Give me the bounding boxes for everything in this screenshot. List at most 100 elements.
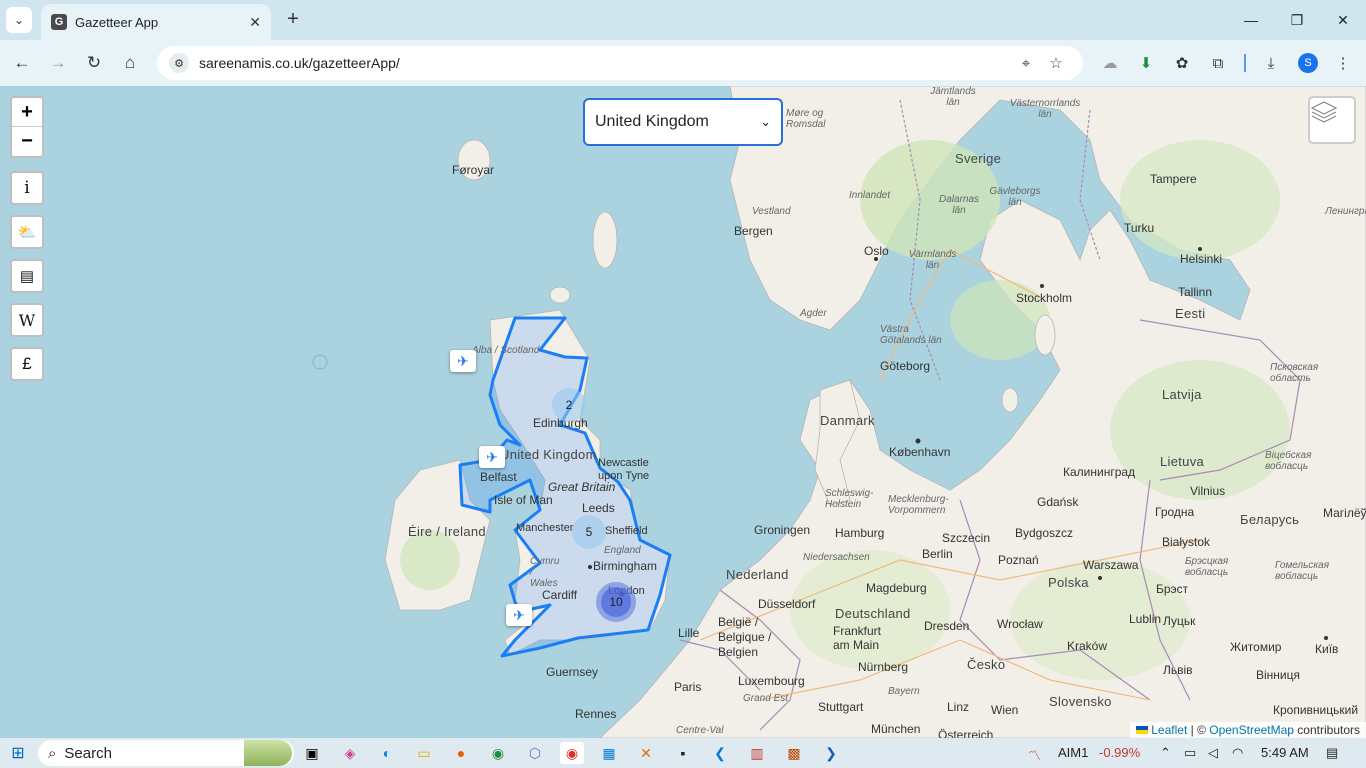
- map-attribution: Leaflet | © OpenStreetMap contributors: [1129, 722, 1366, 738]
- taskbar-search[interactable]: ⌕ Search: [38, 740, 294, 766]
- zoom-in-button[interactable]: +: [12, 98, 42, 127]
- marker-cluster-count: 2: [565, 398, 573, 412]
- wikipedia-button[interactable]: W: [10, 303, 44, 337]
- winrar-icon[interactable]: ▥: [745, 742, 769, 764]
- remote-desktop-icon[interactable]: ▦: [597, 742, 621, 764]
- map-label-deutschland: Deutschland: [835, 606, 911, 621]
- edge-browser-icon[interactable]: ◐: [375, 742, 399, 764]
- map-label-more: Møre og Romsdal: [786, 108, 826, 130]
- map-label-szczecin: Szczecin: [942, 531, 991, 545]
- copilot-icon[interactable]: ◈: [338, 742, 362, 764]
- country-select[interactable]: United Kingdom ⌄: [583, 98, 783, 146]
- map-label-brest: Брэст: [1156, 582, 1189, 596]
- file-explorer-icon[interactable]: ▭: [412, 742, 436, 764]
- window-close-icon[interactable]: ✕: [1320, 0, 1366, 40]
- extension-download-arrow-icon[interactable]: ⬇: [1135, 52, 1157, 74]
- leaflet-link[interactable]: Leaflet: [1151, 723, 1187, 737]
- downloads-icon[interactable]: ⤓: [1260, 52, 1282, 74]
- currency-button[interactable]: £: [10, 347, 44, 381]
- browser-menu-icon[interactable]: ⋮: [1332, 52, 1354, 74]
- marker-cluster-count: 10: [601, 587, 631, 617]
- address-bar[interactable]: ⚙ sareenamis.co.uk/gazetteerApp/ ⌖ ☆: [157, 46, 1083, 80]
- reload-icon[interactable]: ↻: [80, 50, 108, 76]
- map-label-turku: Turku: [1124, 221, 1155, 235]
- map-label-cardiff: Cardiff: [542, 588, 578, 602]
- battery-icon[interactable]: ▭: [1184, 745, 1196, 761]
- tab-search-chevron-icon[interactable]: ⌄: [6, 7, 32, 33]
- browser-toolbar: ← → ↻ ⌂ ⚙ sareenamis.co.uk/gazetteerApp/…: [0, 40, 1366, 86]
- map-label-wien: Wien: [991, 703, 1019, 717]
- windows-taskbar: ⊞ ⌕ Search ▣ ◈ ◐ ▭ ● ◉ ⬡ ◉ ▦ ✕ ▪ ❮ ▥ ▩ ❯…: [0, 738, 1366, 768]
- layers-control[interactable]: [1308, 96, 1356, 144]
- map-label-warszawa: Warszawa: [1083, 558, 1139, 572]
- map-label-kropyvnytskyi: Кропивницький: [1273, 703, 1359, 717]
- marker-cluster[interactable]: 10: [596, 582, 636, 622]
- browser-tab[interactable]: G Gazetteer App ✕: [41, 4, 271, 40]
- map-label-rennes: Rennes: [575, 707, 617, 721]
- news-button[interactable]: ▤: [10, 259, 44, 293]
- map-label-kaliningrad: Калининград: [1063, 465, 1136, 479]
- wifi-icon[interactable]: ◠: [1232, 745, 1243, 761]
- map-label-hamburg: Hamburg: [835, 526, 885, 540]
- marker-cluster[interactable]: 5: [572, 515, 606, 549]
- minimize-icon[interactable]: —: [1228, 0, 1274, 40]
- app-icon[interactable]: ⬡: [523, 742, 547, 764]
- home-icon[interactable]: ⌂: [116, 50, 144, 76]
- restore-icon[interactable]: ❐: [1274, 0, 1320, 40]
- back-arrow-icon[interactable]: ←: [8, 50, 36, 76]
- terminal-icon[interactable]: ▪: [671, 742, 695, 764]
- map-label-faroe: Føroyar: [452, 163, 494, 177]
- ukraine-flag-icon: [1135, 726, 1148, 734]
- stock-change[interactable]: -0.99%: [1099, 745, 1140, 760]
- airport-marker-icon[interactable]: ✈: [479, 446, 505, 468]
- marker-cluster[interactable]: 2: [552, 388, 586, 422]
- xampp-icon[interactable]: ✕: [634, 742, 658, 764]
- stock-name[interactable]: AIM1: [1058, 745, 1088, 760]
- firefox-icon[interactable]: ●: [449, 742, 473, 764]
- chrome-active-icon[interactable]: ◉: [560, 742, 584, 764]
- new-tab-plus-icon[interactable]: +: [282, 8, 304, 30]
- bookmark-star-icon[interactable]: ☆: [1041, 54, 1071, 72]
- weather-button[interactable]: ⛅: [10, 215, 44, 249]
- zoom-out-button[interactable]: −: [12, 127, 42, 156]
- site-info-icon[interactable]: ⚙: [169, 53, 189, 73]
- profile-avatar[interactable]: S: [1298, 53, 1318, 73]
- map-label-slovensko: Slovensko: [1049, 694, 1112, 709]
- clock-time[interactable]: 5:49 AM: [1261, 745, 1309, 760]
- address-url[interactable]: sareenamis.co.uk/gazetteerApp/: [199, 55, 1011, 71]
- vscode-icon[interactable]: ❮: [708, 742, 732, 764]
- windows-start-icon[interactable]: ⊞: [6, 742, 30, 764]
- map-container[interactable]: Føroyar Alba / Scotland Edinburgh United…: [0, 86, 1366, 738]
- location-pin-icon[interactable]: ⌖: [1011, 55, 1041, 72]
- stock-chart-icon[interactable]: 〽: [1028, 745, 1041, 764]
- extension-cloud-icon[interactable]: ☁: [1099, 52, 1121, 74]
- map-label-osterreich: Österreich: [938, 728, 994, 738]
- extension-puzzle-dark-icon[interactable]: ✿: [1171, 52, 1193, 74]
- forward-arrow-icon[interactable]: →: [44, 50, 72, 76]
- extensions-puzzle-icon[interactable]: ⧉: [1207, 52, 1229, 74]
- map-label-kyiv: Київ: [1315, 642, 1339, 656]
- map-label-schleswig: Schleswig-Holstein: [825, 488, 874, 510]
- map-label-magdeburg: Magdeburg: [866, 581, 927, 595]
- marker-cluster-count: 5: [585, 525, 593, 539]
- attribution-separator: | ©: [1187, 723, 1210, 737]
- map-label-bialystok: Białystok: [1162, 535, 1211, 549]
- app-tool-icon[interactable]: ▩: [782, 742, 806, 764]
- task-view-icon[interactable]: ▣: [300, 742, 324, 764]
- tab-favicon-icon: G: [51, 14, 67, 30]
- info-button[interactable]: i: [10, 171, 44, 205]
- volume-icon[interactable]: ◁: [1208, 745, 1218, 761]
- layers-stack-icon: [1310, 101, 1338, 123]
- powershell-icon[interactable]: ❯: [819, 742, 843, 764]
- osm-link[interactable]: OpenStreetMap: [1209, 723, 1294, 737]
- tab-close-icon[interactable]: ✕: [249, 14, 261, 31]
- search-highlight-animal-icon: [244, 740, 292, 766]
- chrome-icon[interactable]: ◉: [486, 742, 510, 764]
- map-label-great-britain: Great Britain: [548, 480, 616, 494]
- map-label-munchen: München: [871, 722, 921, 736]
- airport-marker-icon[interactable]: ✈: [450, 350, 476, 372]
- tray-chevron-up-icon[interactable]: ⌃: [1160, 745, 1171, 761]
- search-icon: ⌕: [48, 744, 57, 762]
- airport-marker-icon[interactable]: ✈: [506, 604, 532, 626]
- notification-icon[interactable]: ▤: [1326, 745, 1338, 761]
